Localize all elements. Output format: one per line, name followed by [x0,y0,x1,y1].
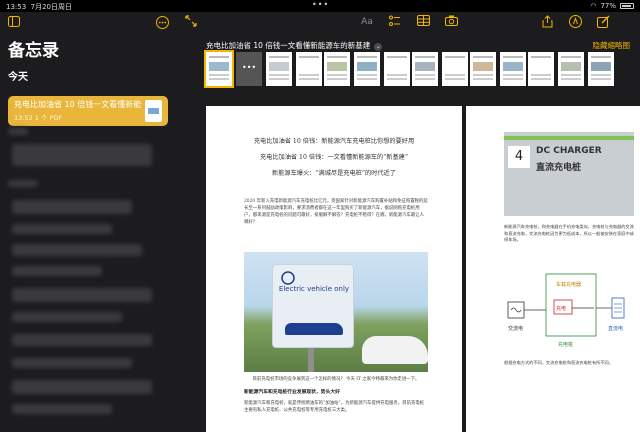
camera-icon[interactable] [444,15,458,29]
page-paragraph: 2020 年新入充电新能源汽车充电桩比亿元，受国家针对新能源汽车购置补贴和免征购… [244,199,428,225]
blurred-note-item[interactable] [12,200,132,214]
status-bar: 13:53 7月20日周日 ••• ◠ 77% [0,0,640,12]
page-paragraph: 新能源汽车和充电桩，就是传统燃油车的“加油站”，为新能源汽车提供充电服务，目前充… [244,401,425,413]
photo-caption: 目前充电桩市场的竞争展到这一个怎样的情况？ 今天 IT 之家今特邀来为你走进一下… [252,377,420,382]
pdf-thumbnail[interactable] [204,50,234,88]
charger-label-cn: 直流充电桩 [536,163,582,173]
section-subheading: 新能源汽车和充电桩行业发展现状，势头大好 [244,389,340,395]
charger-number: 4 [508,146,530,168]
car-icon [285,323,343,335]
pdf-thumbnail[interactable] [296,52,322,86]
plug-icon [281,271,295,285]
notes-sidebar: 备忘录 今天 充电比加油省 10 倍钱一文看懂新能源车的新基建 13:52 1 … [0,12,176,432]
sidebar-title: 备忘录 [8,41,59,61]
diagram-label: 车载充电器 [556,281,581,288]
page-heading-line: 新能源车爆火：“满城尽是充电桩”的时代近了 [272,170,396,177]
pdf-thumbnail[interactable] [412,52,438,86]
compose-icon[interactable] [596,15,610,29]
ev-sign: Electric vehicle only [272,264,354,348]
diagram-label: 直流电 [608,325,623,332]
wifi-icon: ◠ [590,2,597,10]
pdf-thumbnail[interactable] [500,52,526,86]
share-icon[interactable] [540,15,554,29]
blurred-section-header [8,128,28,135]
battery-icon [620,3,634,9]
section-header-today: 今天 [8,72,28,83]
blurred-note-item[interactable] [12,334,152,346]
sign-text: Electric vehicle only [278,285,350,293]
pdf-page: 4 DC CHARGER 直流充电桩 新能源汽车充电桩，和充电器在手机充电类似，… [466,106,640,432]
note-title: 充电比加油省 10 倍钱一文看懂新能源车的新基建 [14,100,142,109]
blurred-note-item[interactable] [12,404,112,414]
diagram-label: 充电 [556,305,566,312]
note-list-item-selected[interactable]: 充电比加油省 10 倍钱一文看懂新能源车的新基建 13:52 1 个 PDF [8,96,168,126]
editor-toolbar: Aa [176,12,640,34]
blurred-note-item[interactable] [12,144,152,166]
parked-car [362,336,428,364]
sign-post [308,348,314,372]
pdf-thumbnail[interactable] [384,52,410,86]
page-paragraph: 新能源汽车充电桩，和充电器在手机充电类似，充电桩与充电器的交流和直流充电，交流充… [504,224,634,243]
note-thumbnail [145,100,162,122]
pdf-thumbnail-strip: ••• [204,50,636,96]
page-paragraph: 根据充电方式的不同，交流充电桩和直流充电桩有所不同。 [504,360,613,365]
diagram-label: 充电桩 [558,341,573,348]
pdf-thumbnail[interactable]: ••• [236,52,262,86]
pdf-thumbnail[interactable] [470,52,496,86]
charging-diagram: 交流电 直流电 车载充电器 充电桩 充电 [507,273,625,348]
chevron-down-icon[interactable]: ⌄ [374,43,383,51]
blurred-note-item[interactable] [12,358,132,368]
checklist-icon[interactable] [388,15,402,29]
markup-icon[interactable] [568,15,582,29]
hide-thumbnails-button[interactable]: 隐藏缩略图 [593,40,631,51]
charger-label-en: DC CHARGER [536,146,602,156]
blurred-note-item[interactable] [12,244,142,256]
status-right: ◠ 77% [590,2,634,10]
note-meta: 13:52 1 个 PDF [14,114,63,122]
note-editor: Aa 充电比加油省 10 倍钱一文看懂新能源车的新基建⌄ 隐藏缩略图 ••• [176,12,640,432]
pdf-thumbnail[interactable] [558,52,584,86]
battery-percent: 77% [600,2,616,10]
collapse-icon[interactable] [184,15,198,29]
blurred-note-item[interactable] [12,288,152,302]
blurred-note-item[interactable] [12,224,112,234]
page-heading-line: 充电比加油省 10 倍钱：一文看懂新能源车的“新基建” [259,154,409,161]
pdf-thumbnail[interactable] [442,52,468,86]
text-format-icon[interactable]: Aa [360,15,374,29]
pdf-thumbnail[interactable] [324,52,350,86]
diagram-label: 交流电 [508,325,523,332]
multitasking-dots[interactable]: ••• [312,0,329,9]
sidebar-toggle-icon[interactable] [8,16,20,31]
table-icon[interactable] [416,15,430,29]
dc-charger-photo: 4 DC CHARGER 直流充电桩 [504,132,634,216]
page-heading-line: 充电比加油省 10 倍钱：新能源汽车充电桩比你想的要好用 [253,138,415,145]
more-options-icon[interactable] [156,16,169,33]
pdf-thumbnail[interactable] [266,52,292,86]
status-time: 13:53 7月20日周日 [6,3,73,11]
pdf-thumbnail[interactable] [354,52,380,86]
pdf-title[interactable]: 充电比加油省 10 倍钱一文看懂新能源车的新基建 ⌄ [206,40,383,51]
pdf-page: 充电比加油省 10 倍钱：新能源汽车充电桩比你想的要好用 充电比加油省 10 倍… [206,106,462,432]
ev-sign-photo: Electric vehicle only [244,252,428,372]
pdf-thumbnail[interactable] [528,52,554,86]
blurred-note-item[interactable] [12,266,102,276]
blurred-note-item[interactable] [12,312,122,322]
pdf-thumbnail[interactable] [588,52,614,86]
blurred-note-item[interactable] [12,380,152,394]
blurred-section-header [8,180,38,187]
